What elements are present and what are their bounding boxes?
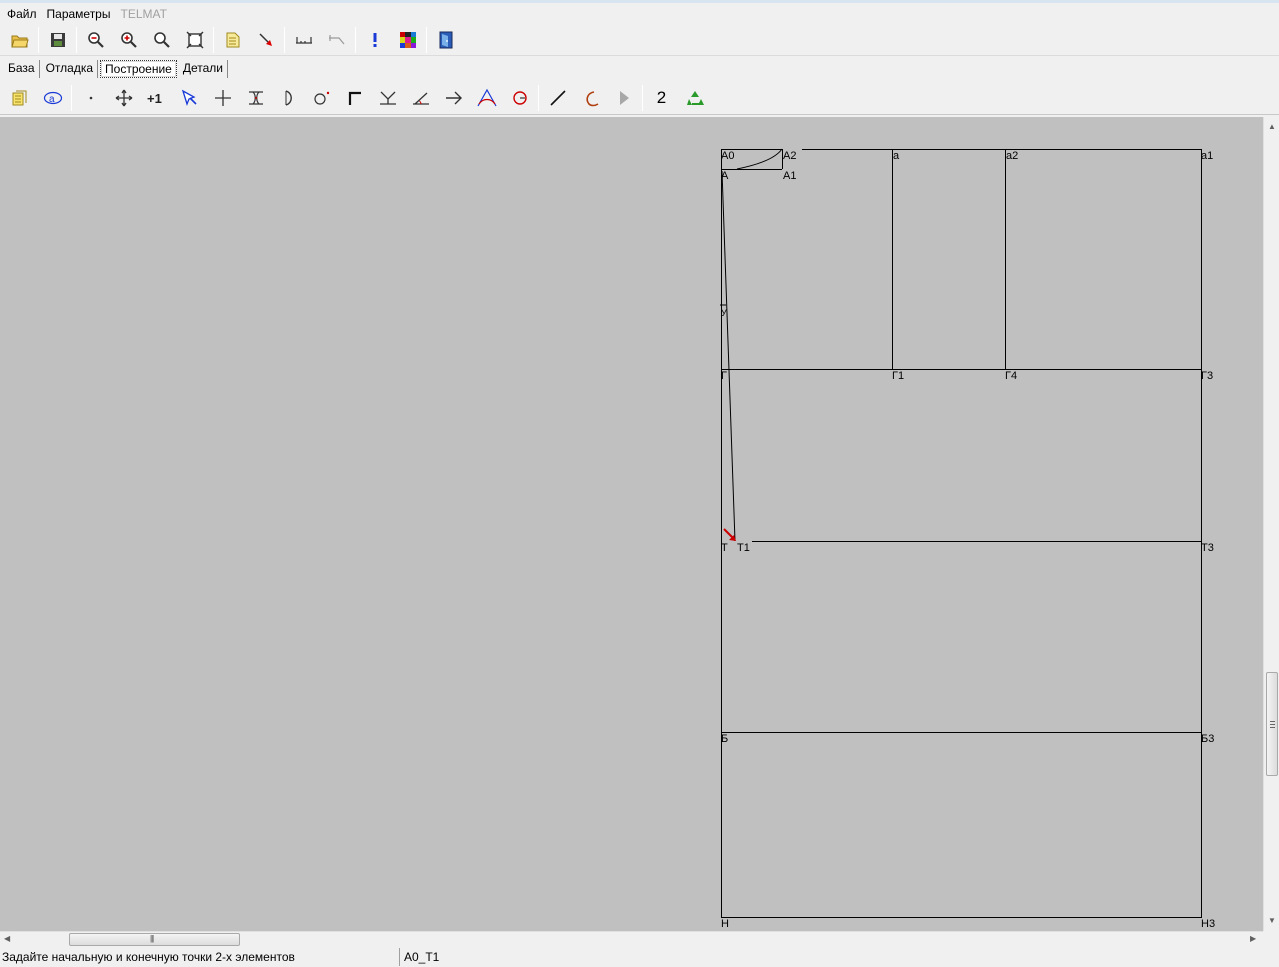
arc-red-icon[interactable] — [503, 84, 536, 112]
label-N3: Н3 — [1201, 918, 1215, 930]
toolbar-separator — [76, 26, 77, 53]
vertical-scroll-thumb[interactable] — [1266, 672, 1278, 776]
toolbar-separator — [38, 26, 39, 53]
select-icon[interactable] — [173, 84, 206, 112]
measure-angle-icon — [320, 26, 353, 54]
label-A2: А2 — [783, 150, 796, 162]
label-B: Б — [721, 733, 728, 745]
label-A1: А1 — [783, 170, 796, 182]
scroll-up-arrow-icon[interactable]: ▲ — [1268, 123, 1276, 131]
construction-toolbar: a +1 2 — [0, 81, 1279, 115]
line-icon[interactable] — [541, 84, 574, 112]
save-disk-icon[interactable] — [41, 26, 74, 54]
grip-icon: ||| — [150, 934, 154, 943]
play-icon — [607, 84, 640, 112]
move-icon[interactable] — [107, 84, 140, 112]
arrow-right-icon[interactable] — [437, 84, 470, 112]
label-B3: Б3 — [1201, 733, 1214, 745]
info-exclamation-icon[interactable] — [358, 26, 391, 54]
zoom-out-icon[interactable] — [79, 26, 112, 54]
fit-window-icon[interactable] — [178, 26, 211, 54]
document-icon[interactable] — [216, 26, 249, 54]
vertical-scrollbar[interactable]: ▲ ▼ — [1263, 117, 1279, 931]
label-T1: Т1 — [737, 542, 750, 554]
point-icon[interactable] — [74, 84, 107, 112]
tab-base[interactable]: База — [4, 59, 40, 78]
counter-label: 2 — [656, 88, 667, 107]
svg-text:a: a — [49, 94, 55, 105]
open-folder-icon[interactable] — [3, 26, 36, 54]
mode-tabs: База Отладка Построение Детали — [0, 57, 1279, 80]
tab-details[interactable]: Детали — [179, 59, 229, 78]
label-T3: Т3 — [1201, 542, 1214, 554]
split-icon[interactable] — [239, 84, 272, 112]
exit-door-icon[interactable] — [429, 26, 462, 54]
label-T: Т — [721, 542, 728, 554]
main-toolbar — [0, 24, 1279, 56]
pattern-drawing: А0 А2 А А1 а а2 а1 У Г Г1 Г4 Г3 Т Т1 Т3 … — [720, 148, 1215, 930]
angle-icon[interactable] — [404, 84, 437, 112]
label-G3: Г3 — [1201, 370, 1213, 382]
label-A0: А0 — [721, 150, 734, 162]
formula-a-icon[interactable]: a — [36, 84, 69, 112]
horizontal-scrollbar[interactable]: ◀ ||| ▶ — [0, 931, 1263, 946]
scroll-down-arrow-icon[interactable]: ▼ — [1268, 917, 1276, 925]
menu-parameters[interactable]: Параметры — [42, 5, 116, 23]
toolbar-separator — [355, 26, 356, 53]
menu-bar: Файл Параметры TELMAT — [0, 0, 1279, 24]
circle-point-icon[interactable] — [305, 84, 338, 112]
curve-icon[interactable] — [574, 84, 607, 112]
zoom-icon[interactable] — [145, 26, 178, 54]
scroll-corner — [1263, 931, 1279, 946]
triangle-curve-icon[interactable] — [470, 84, 503, 112]
label-G4: Г4 — [1005, 370, 1017, 382]
toolbar-separator — [538, 84, 539, 111]
horizontal-scroll-thumb[interactable] — [69, 933, 240, 946]
menu-file[interactable]: Файл — [2, 5, 42, 23]
label-Y: У — [721, 308, 727, 318]
toolbar-separator — [642, 84, 643, 111]
grip-icon — [1270, 721, 1275, 728]
menu-telmat: TELMAT — [120, 6, 167, 21]
notes-icon[interactable] — [3, 84, 36, 112]
toolbar-separator — [426, 26, 427, 53]
label-a: а — [893, 150, 900, 162]
tab-construction[interactable]: Построение — [100, 59, 177, 78]
red-pointer-icon[interactable] — [249, 26, 282, 54]
color-palette-icon[interactable] — [391, 26, 424, 54]
label-a2: а2 — [1006, 150, 1018, 162]
scroll-left-arrow-icon[interactable]: ◀ — [4, 935, 10, 943]
scroll-right-arrow-icon[interactable]: ▶ — [1250, 935, 1256, 943]
counter-button[interactable]: 2 — [645, 84, 678, 112]
recycle-icon[interactable] — [678, 84, 711, 112]
cross-point-icon[interactable] — [206, 84, 239, 112]
tab-debug[interactable]: Отладка — [42, 59, 99, 78]
status-element: А0_Т1 — [404, 950, 440, 964]
increment-icon[interactable]: +1 — [140, 84, 173, 112]
drawing-canvas[interactable]: А0 А2 А А1 а а2 а1 У Г Г1 Г4 Г3 Т Т1 Т3 … — [0, 117, 1263, 931]
svg-text:+1: +1 — [147, 91, 162, 105]
label-a1: а1 — [1201, 150, 1213, 162]
toolbar-separator — [71, 84, 72, 111]
label-A: А — [721, 170, 729, 182]
half-arc-icon[interactable] — [272, 84, 305, 112]
corner-icon[interactable] — [338, 84, 371, 112]
status-message: Задайте начальную и конечную точки 2-х э… — [0, 948, 400, 966]
zoom-in-icon[interactable] — [112, 26, 145, 54]
label-G: Г — [721, 370, 727, 382]
toolbar-separator — [284, 26, 285, 53]
curve-neckline — [736, 148, 783, 170]
status-bar: Задайте начальную и конечную точки 2-х э… — [0, 947, 1279, 967]
label-N: Н — [721, 918, 729, 930]
line-a-t1 — [721, 170, 736, 542]
measure-ruler-icon[interactable] — [287, 26, 320, 54]
toolbar-separator — [213, 26, 214, 53]
perpendicular-icon[interactable] — [371, 84, 404, 112]
label-G1: Г1 — [892, 370, 904, 382]
